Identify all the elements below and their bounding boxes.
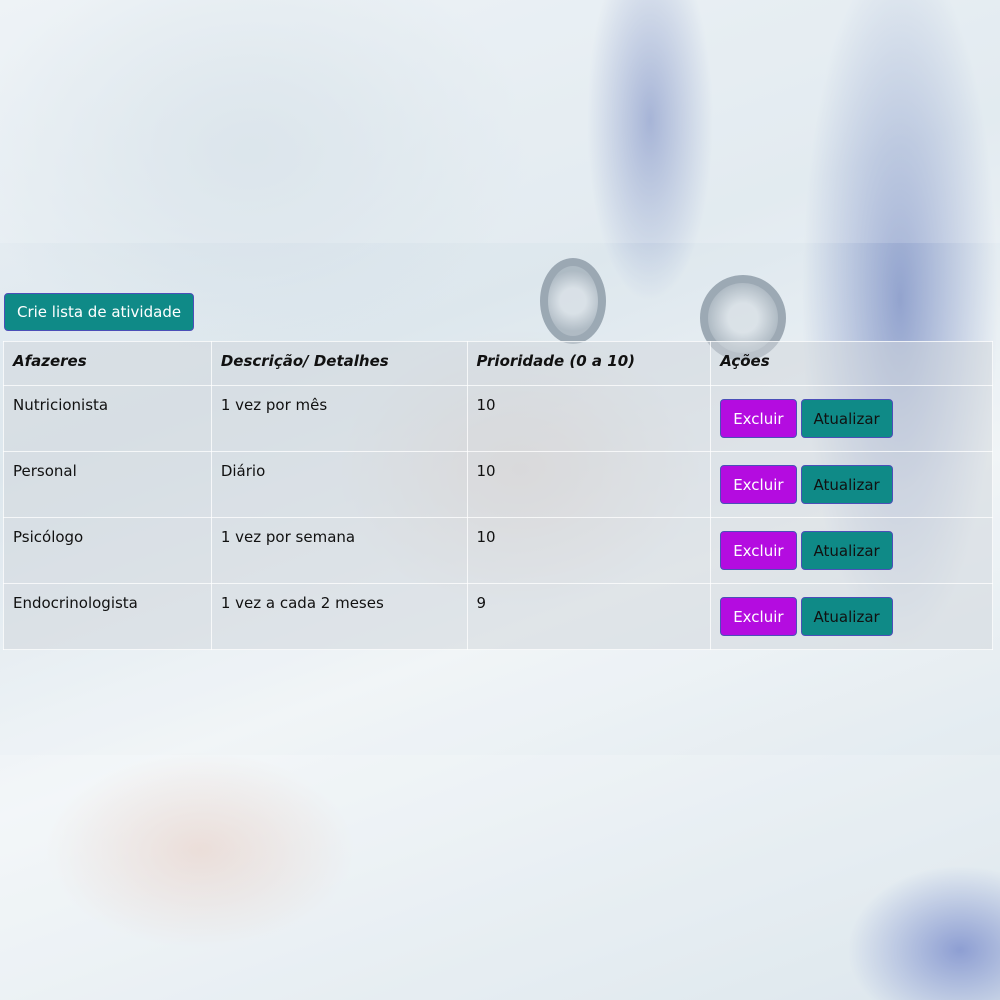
header-descricao: Descrição/ Detalhes — [210, 341, 468, 386]
actions-cell: Excluir Atualizar — [710, 385, 993, 452]
table-row: Endocrinologista 1 vez a cada 2 meses 9 … — [3, 583, 993, 650]
header-prioridade: Prioridade (0 a 10) — [466, 341, 712, 386]
details-cell: 1 vez por mês — [210, 385, 468, 452]
table-row: Psicólogo 1 vez por semana 10 Excluir At… — [3, 517, 993, 584]
update-button[interactable]: Atualizar — [800, 531, 893, 570]
priority-cell: 9 — [466, 583, 712, 650]
details-cell: 1 vez por semana — [210, 517, 468, 584]
update-button[interactable]: Atualizar — [800, 597, 893, 636]
priority-cell: 10 — [466, 451, 712, 518]
details-cell: 1 vez a cada 2 meses — [210, 583, 468, 650]
task-cell: Psicólogo — [3, 517, 212, 584]
row-actions: Excluir Atualizar — [720, 465, 983, 504]
table-header-row: Afazeres Descrição/ Detalhes Prioridade … — [3, 341, 993, 386]
priority-cell: 10 — [466, 517, 712, 584]
table-row: Nutricionista 1 vez por mês 10 Excluir A… — [3, 385, 993, 452]
create-activity-list-button[interactable]: Crie lista de atividade — [4, 293, 195, 331]
task-cell: Nutricionista — [3, 385, 212, 452]
table-row: Personal Diário 10 Excluir Atualizar — [3, 451, 993, 518]
delete-button[interactable]: Excluir — [720, 465, 797, 504]
actions-cell: Excluir Atualizar — [710, 517, 993, 584]
row-actions: Excluir Atualizar — [720, 399, 983, 438]
background-band-bottom — [0, 755, 1000, 1000]
details-cell: Diário — [210, 451, 468, 518]
actions-cell: Excluir Atualizar — [710, 583, 993, 650]
delete-button[interactable]: Excluir — [720, 531, 797, 570]
header-afazeres: Afazeres — [3, 341, 212, 386]
delete-button[interactable]: Excluir — [720, 399, 797, 438]
background-band-top — [0, 0, 1000, 243]
task-cell: Personal — [3, 451, 212, 518]
header-acoes: Ações — [710, 341, 993, 386]
delete-button[interactable]: Excluir — [720, 597, 797, 636]
update-button[interactable]: Atualizar — [800, 465, 893, 504]
priority-cell: 10 — [466, 385, 712, 452]
tasks-table: Afazeres Descrição/ Detalhes Prioridade … — [3, 341, 993, 650]
main-content: Crie lista de atividade Afazeres Descriç… — [0, 243, 1000, 755]
actions-cell: Excluir Atualizar — [710, 451, 993, 518]
row-actions: Excluir Atualizar — [720, 597, 983, 636]
task-cell: Endocrinologista — [3, 583, 212, 650]
update-button[interactable]: Atualizar — [800, 399, 893, 438]
row-actions: Excluir Atualizar — [720, 531, 983, 570]
